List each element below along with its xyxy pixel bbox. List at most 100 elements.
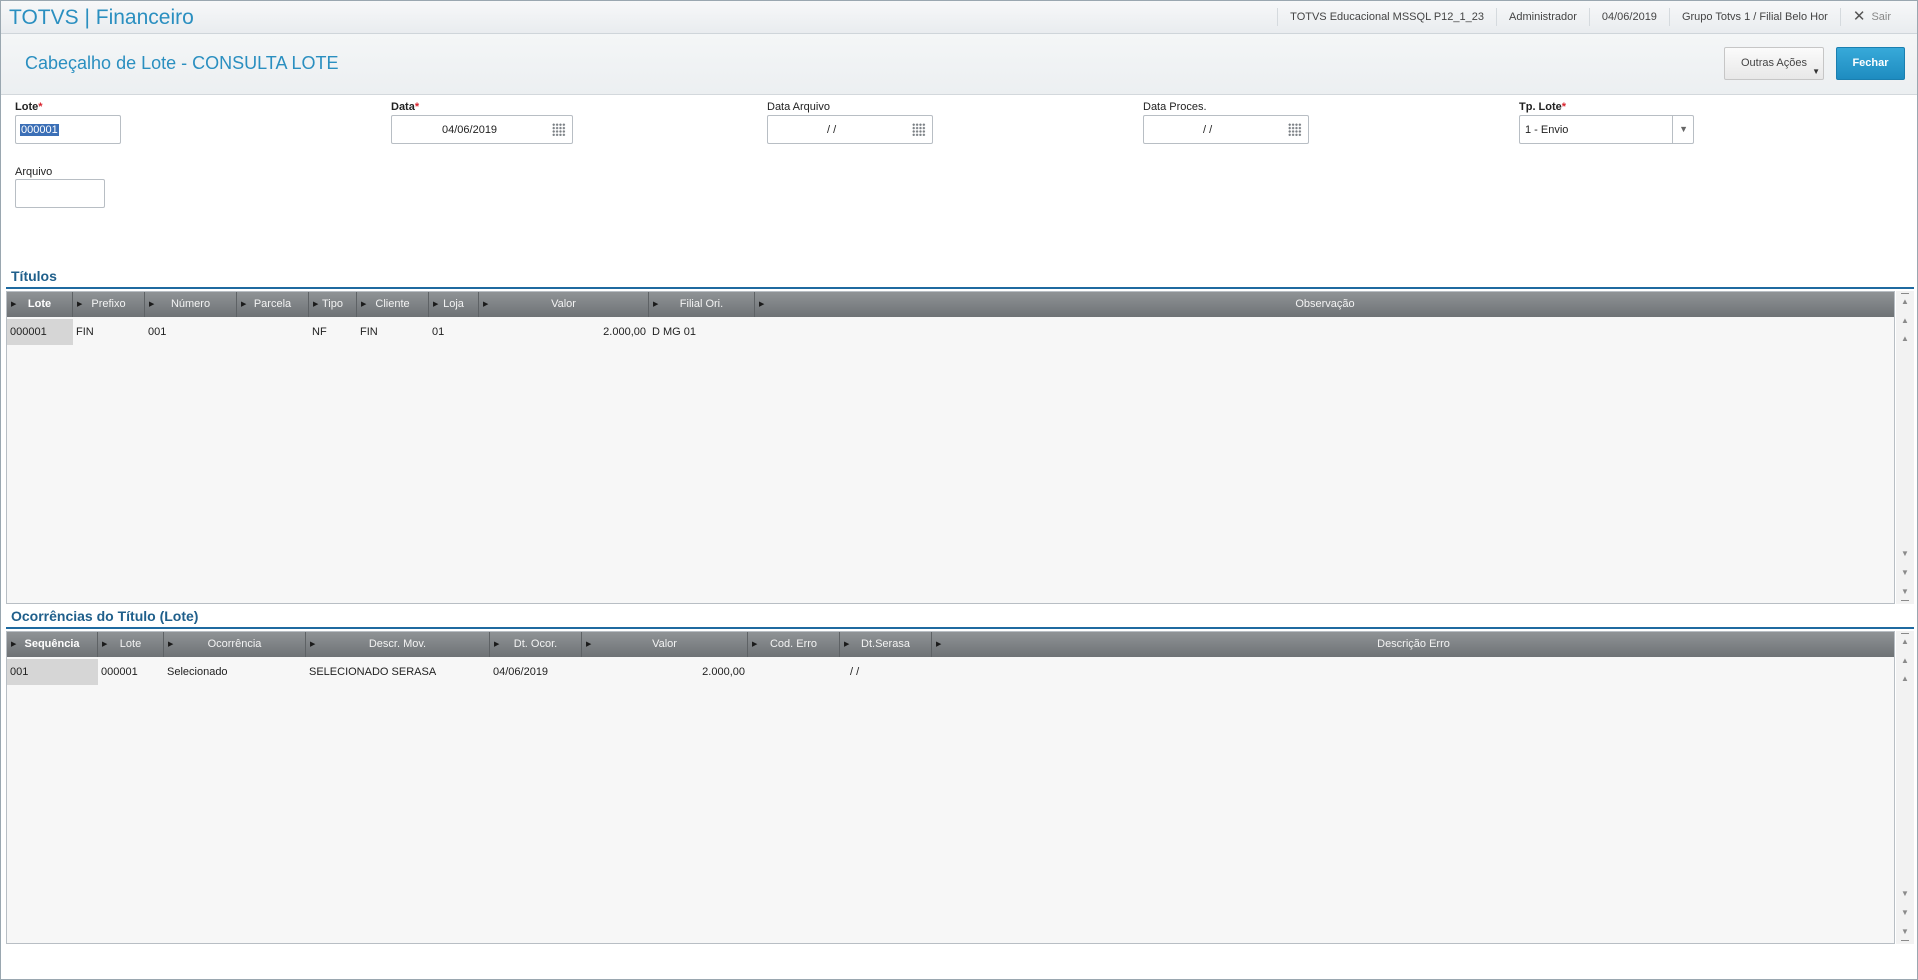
column-header[interactable]: ▶ Tipo xyxy=(309,292,357,317)
titulos-grid-header: ▶ Lote ▶ Prefixo ▶ Número ▶ Parcela ▶ Tipo ▶ Client… xyxy=(7,292,1894,317)
column-header[interactable]: ▶ Parcela xyxy=(237,292,309,317)
column-header-label: Cliente xyxy=(375,298,410,310)
scroll-page-up-icon[interactable]: ▲ xyxy=(1896,653,1914,669)
data-proces-field[interactable]: / / xyxy=(1143,115,1309,144)
close-button[interactable]: Fechar xyxy=(1836,47,1905,80)
sort-arrow-icon: ▶ xyxy=(433,301,439,308)
column-header[interactable]: ▶ Observação xyxy=(755,292,1894,317)
table-cell: 001 xyxy=(148,326,167,338)
column-header-label: Parcela xyxy=(253,298,292,310)
column-header[interactable]: ▶ Loja xyxy=(429,292,479,317)
scroll-page-down-icon[interactable]: ▼ xyxy=(1896,905,1914,921)
table-cell: FIN xyxy=(76,326,94,338)
exit-button[interactable]: ✕ Sair xyxy=(1839,8,1917,26)
sort-arrow-icon: ▶ xyxy=(241,301,247,308)
table-cell: 04/06/2019 xyxy=(493,666,549,678)
app-title: TOTVS | Financeiro xyxy=(9,6,194,29)
column-header-label: Lote xyxy=(119,638,142,650)
column-header-label: Número xyxy=(170,298,211,310)
ocorrencias-grid[interactable]: ▶ Sequência ▶ Lote ▶ Ocorrência ▶ Descr. Mov. ▶ D… xyxy=(6,631,1895,944)
scroll-page-down-icon[interactable]: ▼ xyxy=(1896,565,1914,581)
column-header[interactable]: ▶ Descr. Mov. xyxy=(306,632,490,657)
data-arquivo-value: / / xyxy=(827,124,837,136)
branch-label[interactable]: Grupo Totvs 1 / Filial Belo Hor xyxy=(1668,8,1840,26)
lote-field[interactable]: 000001 xyxy=(15,115,121,144)
table-cell: 2.000,00 xyxy=(702,666,745,678)
sort-arrow-icon: ▶ xyxy=(653,301,659,308)
column-header-label: Sequência xyxy=(24,638,80,650)
page-header: Cabeçalho de Lote - CONSULTA LOTE Outras… xyxy=(1,34,1917,95)
table-cell: NF xyxy=(312,326,327,338)
column-header[interactable]: ▶ Dt. Ocor. xyxy=(490,632,582,657)
sort-arrow-icon: ▶ xyxy=(494,641,500,648)
data-arquivo-field[interactable]: / / xyxy=(767,115,933,144)
user-label[interactable]: Administrador xyxy=(1496,8,1589,26)
calendar-icon[interactable] xyxy=(552,123,566,136)
column-header[interactable]: ▶ Dt.Serasa xyxy=(840,632,932,657)
table-row[interactable]: 000001 FIN 001 NF FIN 01 2.000,00 D MG 01 xyxy=(7,319,1894,345)
scroll-bottom-icon[interactable]: ▼ xyxy=(1896,924,1914,941)
sort-arrow-icon: ▶ xyxy=(483,301,489,308)
arquivo-label: Arquivo xyxy=(15,166,53,178)
column-header[interactable]: ▶ Filial Ori. xyxy=(649,292,755,317)
calendar-icon[interactable] xyxy=(912,123,926,136)
ocorrencias-grid-header: ▶ Sequência ▶ Lote ▶ Ocorrência ▶ Descr. Mov. ▶ D… xyxy=(7,632,1894,657)
table-cell: SELECIONADO SERASA xyxy=(309,666,437,678)
top-bar: TOTVS | Financeiro TOTVS Educacional MSS… xyxy=(1,1,1917,34)
column-header-label: Prefixo xyxy=(91,298,126,310)
column-header-label: Observação xyxy=(1295,298,1355,310)
data-field[interactable]: 04/06/2019 xyxy=(391,115,573,144)
page-title: Cabeçalho de Lote - CONSULTA LOTE xyxy=(25,53,339,73)
column-header[interactable]: ▶ Valor xyxy=(479,292,649,317)
scroll-down-icon[interactable]: ▼ xyxy=(1896,886,1914,902)
other-actions-button[interactable]: Outras Ações ▼ xyxy=(1724,47,1824,80)
column-header-label: Dt. Ocor. xyxy=(513,638,558,650)
sort-arrow-icon: ▶ xyxy=(752,641,758,648)
column-header[interactable]: ▶ Cod. Erro xyxy=(748,632,840,657)
sort-arrow-icon: ▶ xyxy=(77,301,83,308)
scroll-up-icon[interactable]: ▲ xyxy=(1896,671,1914,687)
scroll-bottom-icon[interactable]: ▼ xyxy=(1896,584,1914,601)
column-header-label: Descr. Mov. xyxy=(368,638,427,650)
column-header[interactable]: ▶ Lote xyxy=(98,632,164,657)
column-header[interactable]: ▶ Ocorrência xyxy=(164,632,306,657)
table-row[interactable]: 001 000001 Selecionado SELECIONADO SERASA 04… xyxy=(7,659,1894,685)
scroll-up-icon[interactable]: ▲ xyxy=(1896,331,1914,347)
sort-arrow-icon: ▶ xyxy=(149,301,155,308)
calendar-icon[interactable] xyxy=(1288,123,1302,136)
column-header[interactable]: ▶ Sequência xyxy=(7,632,98,657)
data-proces-label: Data Proces. xyxy=(1143,101,1207,113)
arquivo-field[interactable] xyxy=(15,179,105,208)
sort-arrow-icon: ▶ xyxy=(102,641,108,648)
column-header-label: Dt.Serasa xyxy=(861,638,910,650)
lote-value: 000001 xyxy=(20,124,59,136)
column-header[interactable]: ▶ Número xyxy=(145,292,237,317)
sort-arrow-icon: ▶ xyxy=(11,301,17,308)
column-header[interactable]: ▶ Lote xyxy=(7,292,73,317)
scroll-top-icon[interactable]: ▲ xyxy=(1896,633,1914,649)
column-header[interactable]: ▶ Prefixo xyxy=(73,292,145,317)
column-header[interactable]: ▶ Descrição Erro xyxy=(932,632,1894,657)
column-header[interactable]: ▶ Cliente xyxy=(357,292,429,317)
sort-arrow-icon: ▶ xyxy=(586,641,592,648)
scroll-down-icon[interactable]: ▼ xyxy=(1896,546,1914,562)
tp-lote-select[interactable]: 1 - Envio ▼ xyxy=(1519,115,1694,144)
table-cell: 2.000,00 xyxy=(603,326,646,338)
table-cell: D MG 01 xyxy=(652,326,697,338)
data-arquivo-label: Data Arquivo xyxy=(767,101,830,113)
scroll-page-up-icon[interactable]: ▲ xyxy=(1896,313,1914,329)
titulos-scrollbar[interactable]: ▲ ▲ ▲ ▼ ▼ ▼ xyxy=(1896,291,1914,604)
ocorrencias-scrollbar[interactable]: ▲ ▲ ▲ ▼ ▼ ▼ xyxy=(1896,631,1914,944)
table-cell xyxy=(932,659,1894,685)
column-header[interactable]: ▶ Valor xyxy=(582,632,748,657)
titulos-grid[interactable]: ▶ Lote ▶ Prefixo ▶ Número ▶ Parcela ▶ Tipo ▶ Client… xyxy=(6,291,1895,604)
scroll-top-icon[interactable]: ▲ xyxy=(1896,293,1914,309)
tp-lote-label: Tp. Lote* xyxy=(1519,101,1567,113)
ocorrencias-section-title: Ocorrências do Título (Lote) xyxy=(11,608,199,624)
tp-lote-value: 1 - Envio xyxy=(1525,124,1569,136)
table-cell xyxy=(755,319,1894,345)
table-cell: 000001 xyxy=(7,319,73,345)
column-header-label: Ocorrência xyxy=(207,638,262,650)
chevron-down-icon[interactable]: ▼ xyxy=(1679,124,1688,134)
sort-arrow-icon: ▶ xyxy=(844,641,850,648)
